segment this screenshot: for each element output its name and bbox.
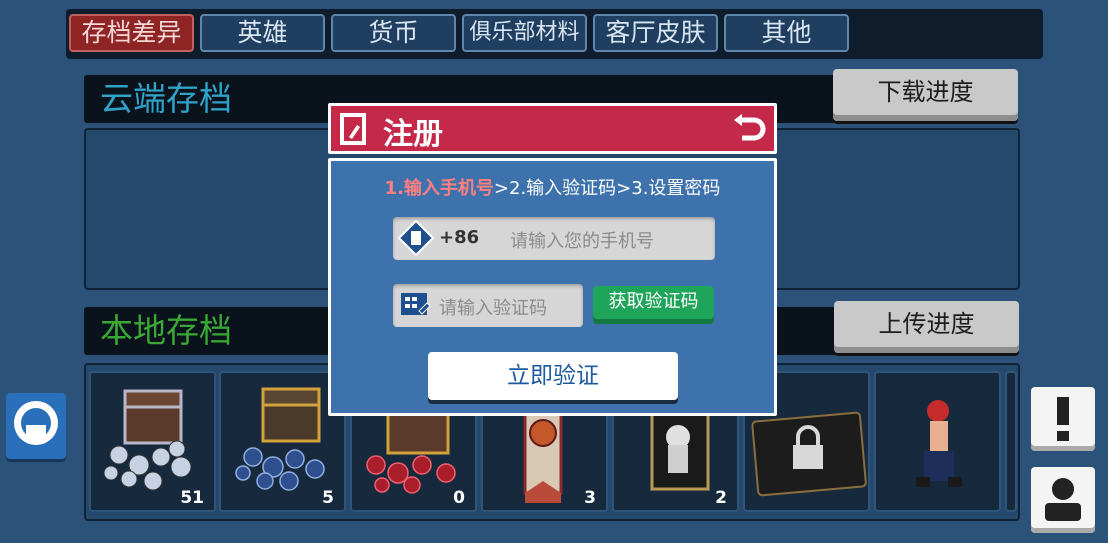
register-steps: 1.输入手机号>2.输入验证码>3.设置密码 [331,174,774,200]
item-slot[interactable]: 5 [219,371,346,512]
phone-field[interactable]: +86 请输入您的手机号 [393,217,715,260]
code-field[interactable]: 请输入验证码 [393,284,583,327]
item-count: 5 [322,488,334,508]
tab-save-diff[interactable]: 存档差异 [69,14,194,52]
step-current: 1.输入手机号 [384,178,494,199]
phone-placeholder: 请输入您的手机号 [510,231,654,252]
tab-heroes[interactable]: 英雄 [200,14,325,52]
profile-button[interactable] [1031,467,1095,533]
register-dialog-body: 1.输入手机号>2.输入验证码>3.设置密码 +86 请输入您的手机号 请输入验… [328,158,777,416]
register-title: 注册 [383,117,443,152]
register-dialog-header: 注册 [328,103,777,154]
item-count: 51 [180,488,204,508]
country-code: +86 [439,227,480,248]
tab-other[interactable]: 其他 [724,14,849,52]
cloud-save-title: 云端存档 [100,79,232,118]
download-progress-button[interactable]: 下载进度 [833,69,1018,121]
item-count: 3 [584,488,596,508]
tab-lobby-skins[interactable]: 客厅皮肤 [593,14,718,52]
item-count: 2 [715,488,727,508]
tab-bar: 存档差异 英雄 货币 俱乐部材料 客厅皮肤 其他 [66,9,1043,59]
item-slot[interactable]: 51 [89,371,216,512]
exclamation-icon [1057,397,1069,441]
get-code-button[interactable]: 获取验证码 [593,286,714,324]
register-doc-icon [340,113,366,145]
phone-card-icon [397,219,435,257]
code-placeholder: 请输入验证码 [439,298,547,319]
item-slot-partial [1005,371,1017,512]
keyboard-icon [401,293,431,315]
step-rest: >2.输入验证码>3.设置密码 [493,178,721,199]
club-crest-icon [14,401,58,445]
user-icon [1045,478,1081,521]
club-logo-button[interactable] [6,393,66,459]
hero-character-icon [916,400,962,487]
upload-progress-button[interactable]: 上传进度 [834,301,1019,353]
item-slot[interactable] [874,371,1001,512]
alert-button[interactable] [1031,387,1095,451]
tab-currency[interactable]: 货币 [331,14,456,52]
verify-button[interactable]: 立即验证 [428,352,678,400]
local-save-title: 本地存档 [100,311,232,350]
item-count: 0 [453,488,465,508]
tab-club-materials[interactable]: 俱乐部材料 [462,14,587,52]
back-arrow-icon[interactable] [734,112,768,146]
